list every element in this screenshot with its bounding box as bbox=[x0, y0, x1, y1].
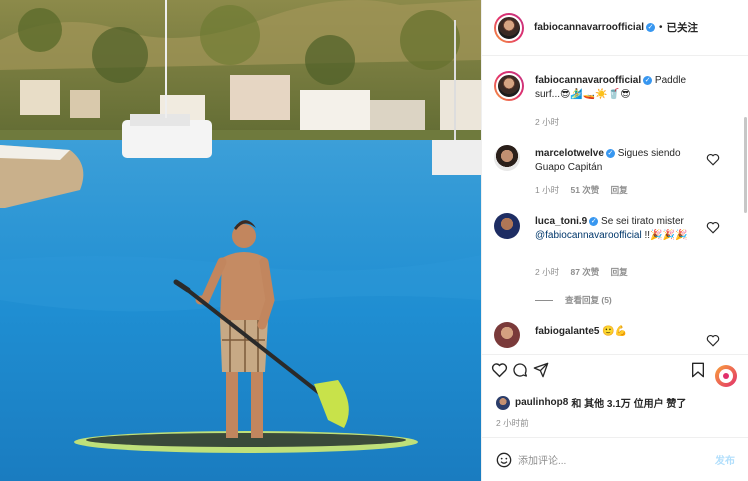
liker-avatar[interactable] bbox=[496, 395, 510, 410]
verified-badge-icon: ✓ bbox=[646, 23, 656, 32]
comment-text: marcelotwelve ✓ Sigues siendo Guapo Capit… bbox=[535, 147, 705, 175]
heart-icon[interactable] bbox=[706, 334, 720, 347]
comment-text: fabiogalante5 🙂💪 bbox=[535, 325, 705, 339]
comment-meta: 2 小时 87 次赞 回复 bbox=[535, 266, 637, 278]
post-photo bbox=[0, 0, 481, 481]
comment-likes[interactable]: 51 次赞 bbox=[570, 185, 599, 195]
replies-divider bbox=[535, 300, 553, 302]
comment-emoji: !!🎉🎉🎉 bbox=[644, 230, 688, 241]
comment-text: luca_toni.9 ✓ Se sei tirato mister @fabio… bbox=[535, 215, 703, 243]
comments-scrollbar[interactable] bbox=[744, 117, 747, 213]
caption-text: fabiocannavaroofficial ✓ Paddle surf...😎🏄… bbox=[535, 74, 705, 102]
commenter-avatar[interactable] bbox=[494, 322, 520, 348]
post-header: fabiocannavarroofficial ✓ • 已关注 bbox=[482, 0, 748, 56]
comment-item: marcelotwelve ✓ Sigues siendo Guapo Capit… bbox=[494, 145, 734, 196]
comment-icon[interactable] bbox=[512, 362, 528, 378]
reply-button[interactable]: 回复 bbox=[611, 185, 628, 195]
emoji-icon[interactable] bbox=[496, 452, 512, 468]
like-heart-icon[interactable] bbox=[491, 362, 508, 378]
add-comment-bar: 添加评论... 发布 bbox=[482, 437, 748, 481]
verified-badge-icon: ✓ bbox=[605, 148, 615, 158]
view-replies-label: 查看回复 (5) bbox=[565, 295, 612, 305]
caption-time[interactable]: 2 小时 bbox=[535, 117, 559, 127]
comment-likes[interactable]: 87 次赞 bbox=[570, 267, 599, 277]
caption-username[interactable]: fabiocannavaroofficial bbox=[535, 75, 641, 86]
caption-avatar[interactable] bbox=[494, 71, 524, 101]
caption-meta: 2 小时 bbox=[535, 116, 568, 128]
commenter-username[interactable]: luca_toni.9 bbox=[535, 216, 587, 227]
comment-body: 🙂💪 bbox=[602, 326, 628, 337]
heart-icon[interactable] bbox=[706, 221, 720, 234]
mention-link[interactable]: @fabiocannavaroofficial bbox=[535, 230, 642, 241]
likes-summary: paulinhop8 和 其他 3.1万 位用户 赞了 bbox=[496, 395, 686, 410]
share-icon[interactable] bbox=[533, 362, 549, 378]
view-replies-button[interactable]: 查看回复 (5) bbox=[535, 294, 612, 306]
likes-count-text[interactable]: 和 其他 3.1万 位用户 赞了 bbox=[571, 395, 686, 410]
comment-item: luca_toni.9 ✓ Se sei tirato mister @fabio… bbox=[494, 213, 734, 303]
author-avatar[interactable] bbox=[494, 12, 524, 43]
author-username[interactable]: fabiocannavarroofficial bbox=[534, 22, 644, 33]
heart-icon[interactable] bbox=[706, 153, 720, 166]
reels-floating-button[interactable] bbox=[715, 365, 737, 387]
comment-item: fabiogalante5 🙂💪 bbox=[494, 322, 734, 354]
comment-body: Se sei tirato mister bbox=[601, 216, 684, 227]
commenter-username[interactable]: fabiogalante5 bbox=[535, 326, 599, 337]
comment-time[interactable]: 1 小时 bbox=[535, 185, 559, 195]
commenter-avatar[interactable] bbox=[494, 145, 520, 171]
caption: fabiocannavaroofficial ✓ Paddle surf...😎🏄… bbox=[494, 71, 734, 131]
reply-button[interactable]: 回复 bbox=[611, 267, 628, 277]
separator-dot: • bbox=[659, 22, 663, 33]
post-comment-button[interactable]: 发布 bbox=[715, 452, 735, 467]
action-bar: paulinhop8 和 其他 3.1万 位用户 赞了 2 小时前 bbox=[482, 354, 748, 444]
comment-input[interactable]: 添加评论... bbox=[518, 452, 715, 467]
verified-badge-icon: ✓ bbox=[589, 216, 599, 226]
following-button[interactable]: 已关注 bbox=[667, 20, 699, 35]
liker-username[interactable]: paulinhop8 bbox=[515, 397, 568, 408]
comment-time[interactable]: 2 小时 bbox=[535, 267, 559, 277]
comments-list[interactable]: fabiocannavaroofficial ✓ Paddle surf...😎🏄… bbox=[482, 57, 748, 354]
commenter-username[interactable]: marcelotwelve bbox=[535, 148, 604, 159]
comment-meta: 1 小时 51 次赞 回复 bbox=[535, 184, 637, 196]
commenter-avatar[interactable] bbox=[494, 213, 520, 239]
bookmark-icon[interactable] bbox=[691, 362, 705, 378]
paddle-surf-image bbox=[0, 0, 481, 481]
post-side-panel: fabiocannavarroofficial ✓ • 已关注 fabiocan… bbox=[481, 0, 748, 481]
verified-badge-icon: ✓ bbox=[643, 75, 653, 85]
post-timestamp: 2 小时前 bbox=[496, 418, 529, 428]
